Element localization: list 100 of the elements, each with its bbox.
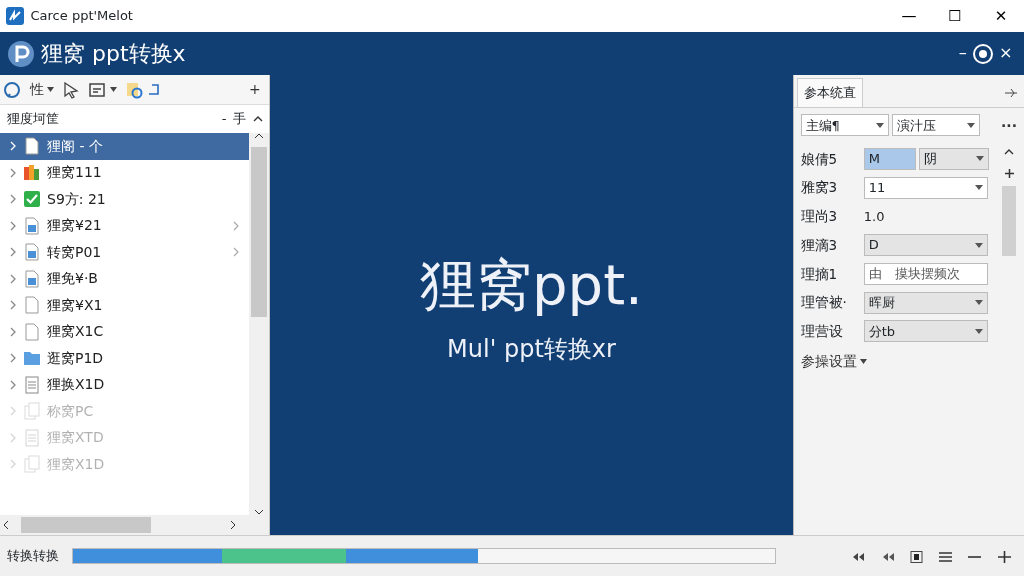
collapse-icon[interactable]	[252, 116, 263, 122]
page-icon	[22, 296, 41, 315]
window-icon	[88, 80, 107, 99]
caret-icon	[966, 122, 975, 128]
chevron-icon	[10, 406, 16, 417]
document-icon	[22, 243, 41, 262]
copy-icon	[22, 455, 41, 474]
document-icon	[22, 216, 41, 235]
chevron-icon	[10, 273, 16, 284]
tree-item[interactable]: 狸换X1D	[0, 371, 249, 398]
chevron-icon	[10, 247, 16, 258]
scroll-down-icon	[254, 509, 264, 515]
input-field[interactable]: 由 摸块摆频次	[863, 262, 988, 285]
scrollbar-thumb[interactable]	[251, 147, 267, 317]
check-icon	[22, 190, 41, 209]
plus-icon	[997, 550, 1012, 563]
field-value: 1.0	[863, 207, 885, 226]
header-label: 手	[233, 110, 246, 129]
window-title: Carce ppt'Melot	[30, 7, 134, 26]
scrollbar-thumb[interactable]	[1002, 186, 1016, 257]
caret-icon	[974, 242, 983, 248]
dropdown[interactable]: 主编¶	[800, 114, 889, 137]
caret-icon	[974, 328, 983, 334]
cursor-icon[interactable]	[62, 80, 80, 99]
scroll-up-icon[interactable]	[1004, 149, 1014, 156]
input-field[interactable]: M	[863, 147, 916, 170]
page-icon	[22, 322, 41, 341]
field-label: 狸滴3	[800, 235, 839, 255]
chevron-icon	[10, 194, 16, 205]
menu-button[interactable]: 性	[24, 77, 59, 102]
tree-item[interactable]: 逛窝P1D	[0, 345, 249, 372]
logo-icon	[6, 39, 35, 68]
caret-icon	[875, 122, 884, 128]
splash-title: 狸窝ppt.	[420, 251, 643, 320]
add-button[interactable]: +	[244, 77, 266, 102]
field-label: 理管被·	[800, 293, 848, 313]
chevron-icon	[10, 220, 16, 231]
tree-item[interactable]: 狸阁 - 个	[0, 133, 249, 160]
app-title: 狸窝 ppt转换x	[41, 40, 187, 68]
page-icon	[22, 137, 41, 156]
caret-icon	[46, 87, 54, 92]
scroll-right-icon	[229, 520, 236, 530]
header-mark: -	[221, 110, 227, 129]
caret-icon	[976, 156, 984, 162]
scrollbar-thumb[interactable]	[21, 517, 152, 533]
app-icon	[6, 7, 24, 25]
splash-subtitle: Mul' ppt转换xr	[447, 333, 616, 365]
chevron-icon	[10, 459, 16, 470]
chevron-icon	[10, 379, 16, 390]
caret-icon	[109, 87, 117, 92]
close-button[interactable]: ✕	[978, 0, 1024, 32]
minimize-button[interactable]: —	[886, 0, 932, 32]
tree-item[interactable]: 狸免¥·B	[0, 265, 249, 292]
caret-icon	[974, 300, 983, 305]
maximize-button[interactable]: ☐	[932, 0, 978, 32]
menu-icon	[939, 550, 953, 563]
field-label: 娘倩5	[800, 149, 839, 169]
rewind-icon	[851, 550, 866, 563]
field-label: 雅窝3	[800, 178, 839, 198]
stop-icon	[909, 550, 924, 563]
copy-icon	[22, 402, 41, 421]
caret-icon	[974, 185, 983, 190]
tree-item[interactable]: 转窝P01	[0, 239, 249, 266]
tree-item[interactable]: 狸窝¥X1	[0, 292, 249, 319]
status-label: 转换转换	[6, 547, 59, 566]
field-label: 理摘1	[800, 264, 839, 284]
tree-item[interactable]: 狸窝X1C	[0, 318, 249, 345]
minimize-button[interactable]: –	[953, 39, 972, 68]
chevron-icon	[10, 326, 16, 337]
scroll-up-icon	[254, 133, 264, 139]
dropdown[interactable]: 阴	[919, 147, 989, 170]
chevron-icon	[10, 432, 16, 443]
plus-icon[interactable]	[1004, 169, 1014, 179]
panel-title: 狸度坷筐	[6, 110, 60, 129]
tree-item[interactable]: 狸窝¥21	[0, 212, 249, 239]
panel-tab[interactable]: 参本统直	[797, 78, 864, 107]
chevron-icon	[10, 167, 16, 178]
text-file-icon	[22, 375, 41, 394]
caret-icon	[859, 358, 867, 364]
horizontal-scrollbar[interactable]	[0, 515, 269, 535]
field-label: 理营设	[800, 322, 844, 342]
text-file-icon	[22, 428, 41, 447]
vertical-scrollbar[interactable]	[249, 133, 269, 515]
help-icon[interactable]	[971, 42, 994, 65]
close-button[interactable]: ×	[993, 39, 1018, 68]
tree-item[interactable]: 狸窝111	[0, 159, 249, 186]
bar-chart-icon	[22, 163, 41, 182]
tree-item[interactable]: S9方: 21	[0, 186, 249, 213]
field-label: 理尚3	[800, 207, 839, 227]
pin-icon[interactable]	[1004, 88, 1017, 97]
document-icon	[22, 269, 41, 288]
chevron-icon	[10, 353, 16, 364]
scroll-left-icon	[3, 520, 10, 530]
dropdown[interactable]: 11	[863, 176, 988, 199]
dropdown[interactable]: 演汁压	[891, 114, 980, 137]
more-button[interactable]: ···	[996, 114, 1022, 140]
chevron-icon	[10, 300, 16, 311]
folder-icon	[22, 349, 41, 368]
chevron-icon	[10, 141, 16, 152]
settings-link[interactable]: 参操设置	[800, 350, 867, 372]
